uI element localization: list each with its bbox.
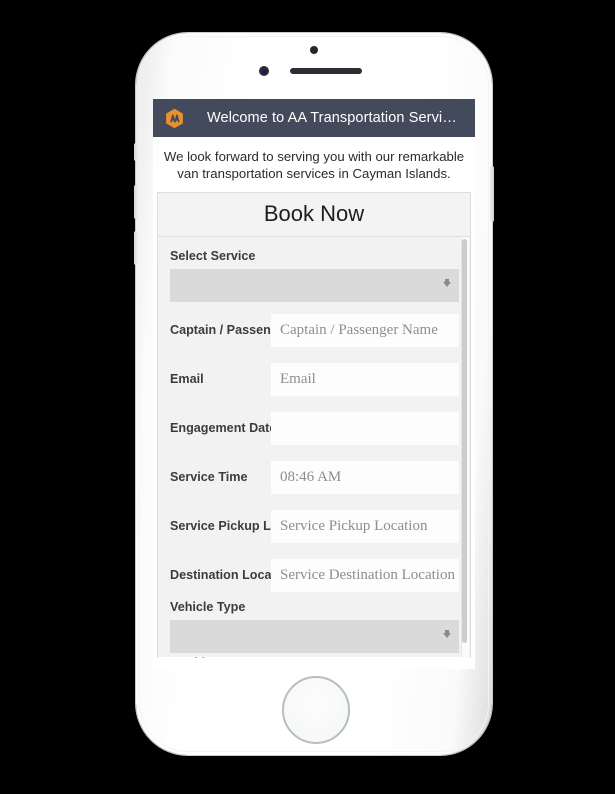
form-row-destination-location: Destination Location Service Destination… [158,549,470,598]
engagement-date-input[interactable] [271,412,459,445]
select-service-dropdown[interactable] [170,269,459,302]
form-scrollbar-track[interactable] [461,237,469,657]
front-camera-icon [259,66,269,76]
service-pickup-location-input[interactable]: Service Pickup Location [271,510,459,543]
booking-form-body: Select Service Captain / Passenger Name … [158,237,470,658]
form-row-vehicle-type: Vehicle Type [158,598,470,655]
form-row-email: Email Email [158,353,470,402]
phone-screen: Welcome to AA Transportation Servi… We l… [153,99,475,669]
volume-up-button[interactable] [134,185,138,219]
booking-form-header: Book Now [158,193,470,237]
destination-location-input[interactable]: Service Destination Location [271,559,459,592]
form-row-service-time: Service Time 08:46 AM [158,451,470,500]
screen-bottom-filler [153,667,475,669]
label-booking-type: Booking Type [170,656,252,658]
email-input[interactable]: Email [271,363,459,396]
service-time-input[interactable]: 08:46 AM [271,461,459,494]
form-scrollbar-thumb[interactable] [462,239,467,643]
label-select-service: Select Service [170,249,256,263]
form-row-booking-type: Booking Type [158,655,470,658]
form-row-engagement-date: Engagement Date [158,402,470,451]
intro-paragraph: We look forward to serving you with our … [163,149,465,181]
earpiece-speaker-icon [290,68,362,74]
captain-passenger-name-input[interactable]: Captain / Passenger Name [271,314,459,347]
power-button[interactable] [490,166,494,222]
label-engagement-date: Engagement Date [170,421,277,435]
chevron-down-icon [443,630,451,638]
app-title: Welcome to AA Transportation Servi… [207,110,457,126]
phone-device-frame: Welcome to AA Transportation Servi… We l… [134,33,494,755]
aa-hexagon-logo-icon [164,108,185,129]
silent-switch-button[interactable] [134,143,138,161]
proximity-sensor-icon [310,46,318,54]
label-service-time: Service Time [170,470,248,484]
home-button[interactable] [282,676,350,744]
label-vehicle-type: Vehicle Type [170,600,246,614]
vehicle-type-dropdown[interactable] [170,620,459,653]
booking-form-card: Book Now Select Service Captain / Passen… [157,192,471,658]
app-header-bar: Welcome to AA Transportation Servi… [153,99,475,137]
form-row-captain-passenger-name: Captain / Passenger Name Captain / Passe… [158,304,470,353]
volume-down-button[interactable] [134,231,138,265]
form-row-service-pickup-location: Service Pickup Location Service Pickup L… [158,500,470,549]
page-title: Book Now [263,201,365,226]
form-row-select-service: Select Service [158,247,470,304]
label-email: Email [170,372,204,386]
chevron-down-icon [443,279,451,287]
